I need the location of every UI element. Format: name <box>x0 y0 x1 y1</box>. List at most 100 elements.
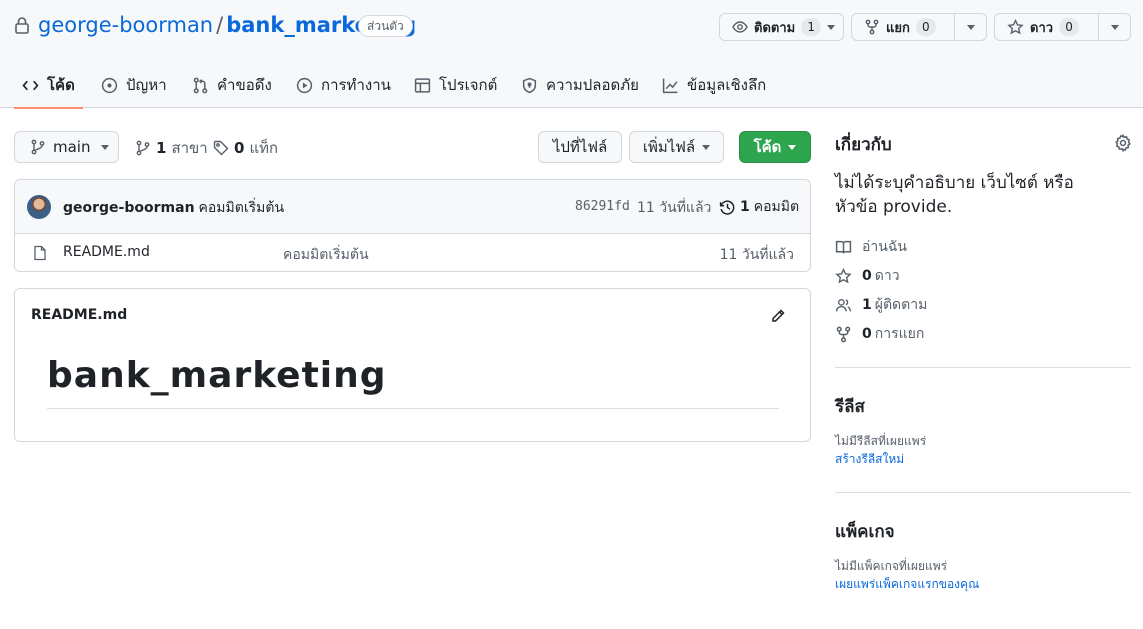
graph-icon <box>662 78 678 93</box>
code-button[interactable]: โค้ด <box>739 131 811 163</box>
readme-box: README.md bank_marketing <box>14 288 811 442</box>
stars-count: 0 <box>862 268 872 284</box>
watch-button-group: ติดตาม 1 <box>719 13 844 41</box>
commit-sha-link[interactable]: 86291fd <box>575 199 630 214</box>
branch-select-button[interactable]: main <box>14 131 119 163</box>
tags-count: 0 <box>234 139 245 157</box>
sidebar-divider <box>835 492 1131 493</box>
branch-icon <box>136 140 150 156</box>
file-commit-time: 11 วันที่แล้ว <box>719 247 794 263</box>
releases-empty-text: ไม่มีรีลีสที่เผยแพร่ <box>835 434 927 448</box>
people-icon <box>835 298 852 311</box>
forks-count: 0 <box>862 326 872 342</box>
star-label: ดาว <box>1030 20 1054 36</box>
branch-icon <box>31 139 45 155</box>
file-name-link[interactable]: README.md <box>63 244 150 260</box>
readme-link[interactable]: อ่านฉัน <box>835 236 907 258</box>
fork-icon <box>865 19 879 35</box>
fork-count: 0 <box>915 18 936 36</box>
repo-separator: / <box>216 13 224 37</box>
pencil-icon[interactable] <box>770 308 786 324</box>
tab-issues-label: ปัญหา <box>126 76 167 94</box>
go-to-file-button[interactable]: ไปที่ไฟล์ <box>538 131 622 163</box>
file-commit-message-link[interactable]: คอมมิตเริ่มต้น <box>283 244 369 266</box>
code-caret-icon <box>788 144 797 150</box>
sidebar-divider <box>835 367 1131 368</box>
fork-caret-icon <box>966 24 975 30</box>
star-icon <box>1007 18 1024 34</box>
visibility-badge: ส่วนตัว <box>358 15 413 37</box>
packages-empty-text: ไม่มีแพ็คเกจที่เผยแพร่ <box>835 559 948 573</box>
branches-count: 1 <box>156 139 167 157</box>
add-file-label: เพิ่มไฟล์ <box>642 138 696 156</box>
fork-button-group: แยก 0 <box>851 13 987 41</box>
commit-message-link[interactable]: คอมมิตเริ่มต้น <box>199 200 285 216</box>
star-count: 0 <box>1059 18 1080 36</box>
readme-header: README.md <box>31 307 128 323</box>
lock-icon <box>15 17 29 34</box>
watch-caret-icon <box>827 24 836 30</box>
tags-link[interactable]: 0 แท็ก <box>213 136 278 160</box>
watchers-link[interactable]: 1 ผู้ติดตาม <box>835 294 927 316</box>
forks-link[interactable]: 0 การแยก <box>835 323 924 345</box>
about-heading: เกี่ยวกับ <box>835 135 892 155</box>
file-list-box: george-boorman คอมมิตเริ่มต้น 86291fd 11 … <box>14 179 811 272</box>
tab-insights[interactable]: ข้อมูลเชิงลึก <box>654 62 774 108</box>
tab-issues[interactable]: ปัญหา <box>93 62 175 108</box>
tab-actions[interactable]: การทำงาน <box>288 62 399 108</box>
branches-label: สาขา <box>171 139 208 157</box>
branches-link[interactable]: 1 สาขา <box>135 136 208 160</box>
repo-header: george-boorman / bank_marketing ส่วนตัว ติ… <box>0 0 1143 109</box>
commit-count-label: คอมมิต <box>753 199 800 215</box>
watch-label: ติดตาม <box>754 20 796 36</box>
table-row: README.md คอมมิตเริ่มต้น 11 วันที่แล้ว <box>15 234 810 271</box>
file-icon <box>34 245 46 261</box>
history-icon <box>719 199 735 215</box>
branch-caret-icon <box>101 144 110 150</box>
star-button[interactable]: ดาว 0 <box>995 14 1098 40</box>
watchers-count: 1 <box>862 297 872 313</box>
releases-heading[interactable]: รีลีส <box>835 393 1131 420</box>
tab-insights-label: ข้อมูลเชิงลึก <box>687 76 767 94</box>
commit-time: 11 วันที่แล้ว <box>637 200 712 216</box>
stars-link[interactable]: 0 ดาว <box>835 265 900 287</box>
create-release-link[interactable]: สร้างรีลีสใหม่ <box>835 450 904 469</box>
about-description: ไม่ได้ระบุคำอธิบาย เว็บไซต์ หรือหัวข้อ p… <box>835 173 1074 217</box>
fork-dropdown-button[interactable] <box>954 14 986 40</box>
tab-projects[interactable]: โปรเจกต์ <box>406 62 505 108</box>
fork-label: แยก <box>886 20 910 36</box>
avatar[interactable] <box>27 195 51 219</box>
tab-code-label: โค้ด <box>47 76 75 94</box>
watch-button[interactable]: ติดตาม 1 <box>720 14 843 40</box>
readme-title: bank_marketing <box>47 355 387 396</box>
watch-count: 1 <box>801 18 822 36</box>
readme-divider <box>47 408 779 409</box>
shield-icon <box>522 77 537 93</box>
gear-icon[interactable] <box>1114 134 1132 152</box>
tab-pull-requests-label: คำขอดึง <box>217 76 272 94</box>
branch-name: main <box>53 138 91 156</box>
issue-icon <box>101 77 118 93</box>
tab-code[interactable]: โค้ด <box>14 62 83 109</box>
fork-icon <box>836 326 851 342</box>
table-icon <box>414 77 431 93</box>
publish-package-link[interactable]: เผยแพร่แพ็คเกจแรกของคุณ <box>835 575 979 594</box>
packages-heading[interactable]: แพ็คเกจ <box>835 518 1131 545</box>
commit-author-link[interactable]: george-boorman <box>63 200 195 216</box>
add-file-button[interactable]: เพิ่มไฟล์ <box>629 131 724 163</box>
star-dropdown-button[interactable] <box>1098 14 1130 40</box>
commit-history-link[interactable]: 1 คอมมิต <box>719 196 799 218</box>
tags-label: แท็ก <box>249 139 279 157</box>
tag-icon <box>213 140 229 156</box>
tab-pull-requests[interactable]: คำขอดึง <box>184 62 280 108</box>
repo-owner-link[interactable]: george-boorman <box>38 13 213 37</box>
tab-security[interactable]: ความปลอดภัย <box>513 62 647 108</box>
tab-security-label: ความปลอดภัย <box>546 76 639 94</box>
code-button-label: โค้ด <box>753 138 782 156</box>
tab-actions-label: การทำงาน <box>321 76 391 94</box>
watchers-label: ผู้ติดตาม <box>874 297 928 313</box>
commit-count: 1 <box>740 199 750 215</box>
star-caret-icon <box>1110 24 1119 30</box>
fork-button[interactable]: แยก 0 <box>852 14 954 40</box>
play-icon <box>296 77 313 93</box>
